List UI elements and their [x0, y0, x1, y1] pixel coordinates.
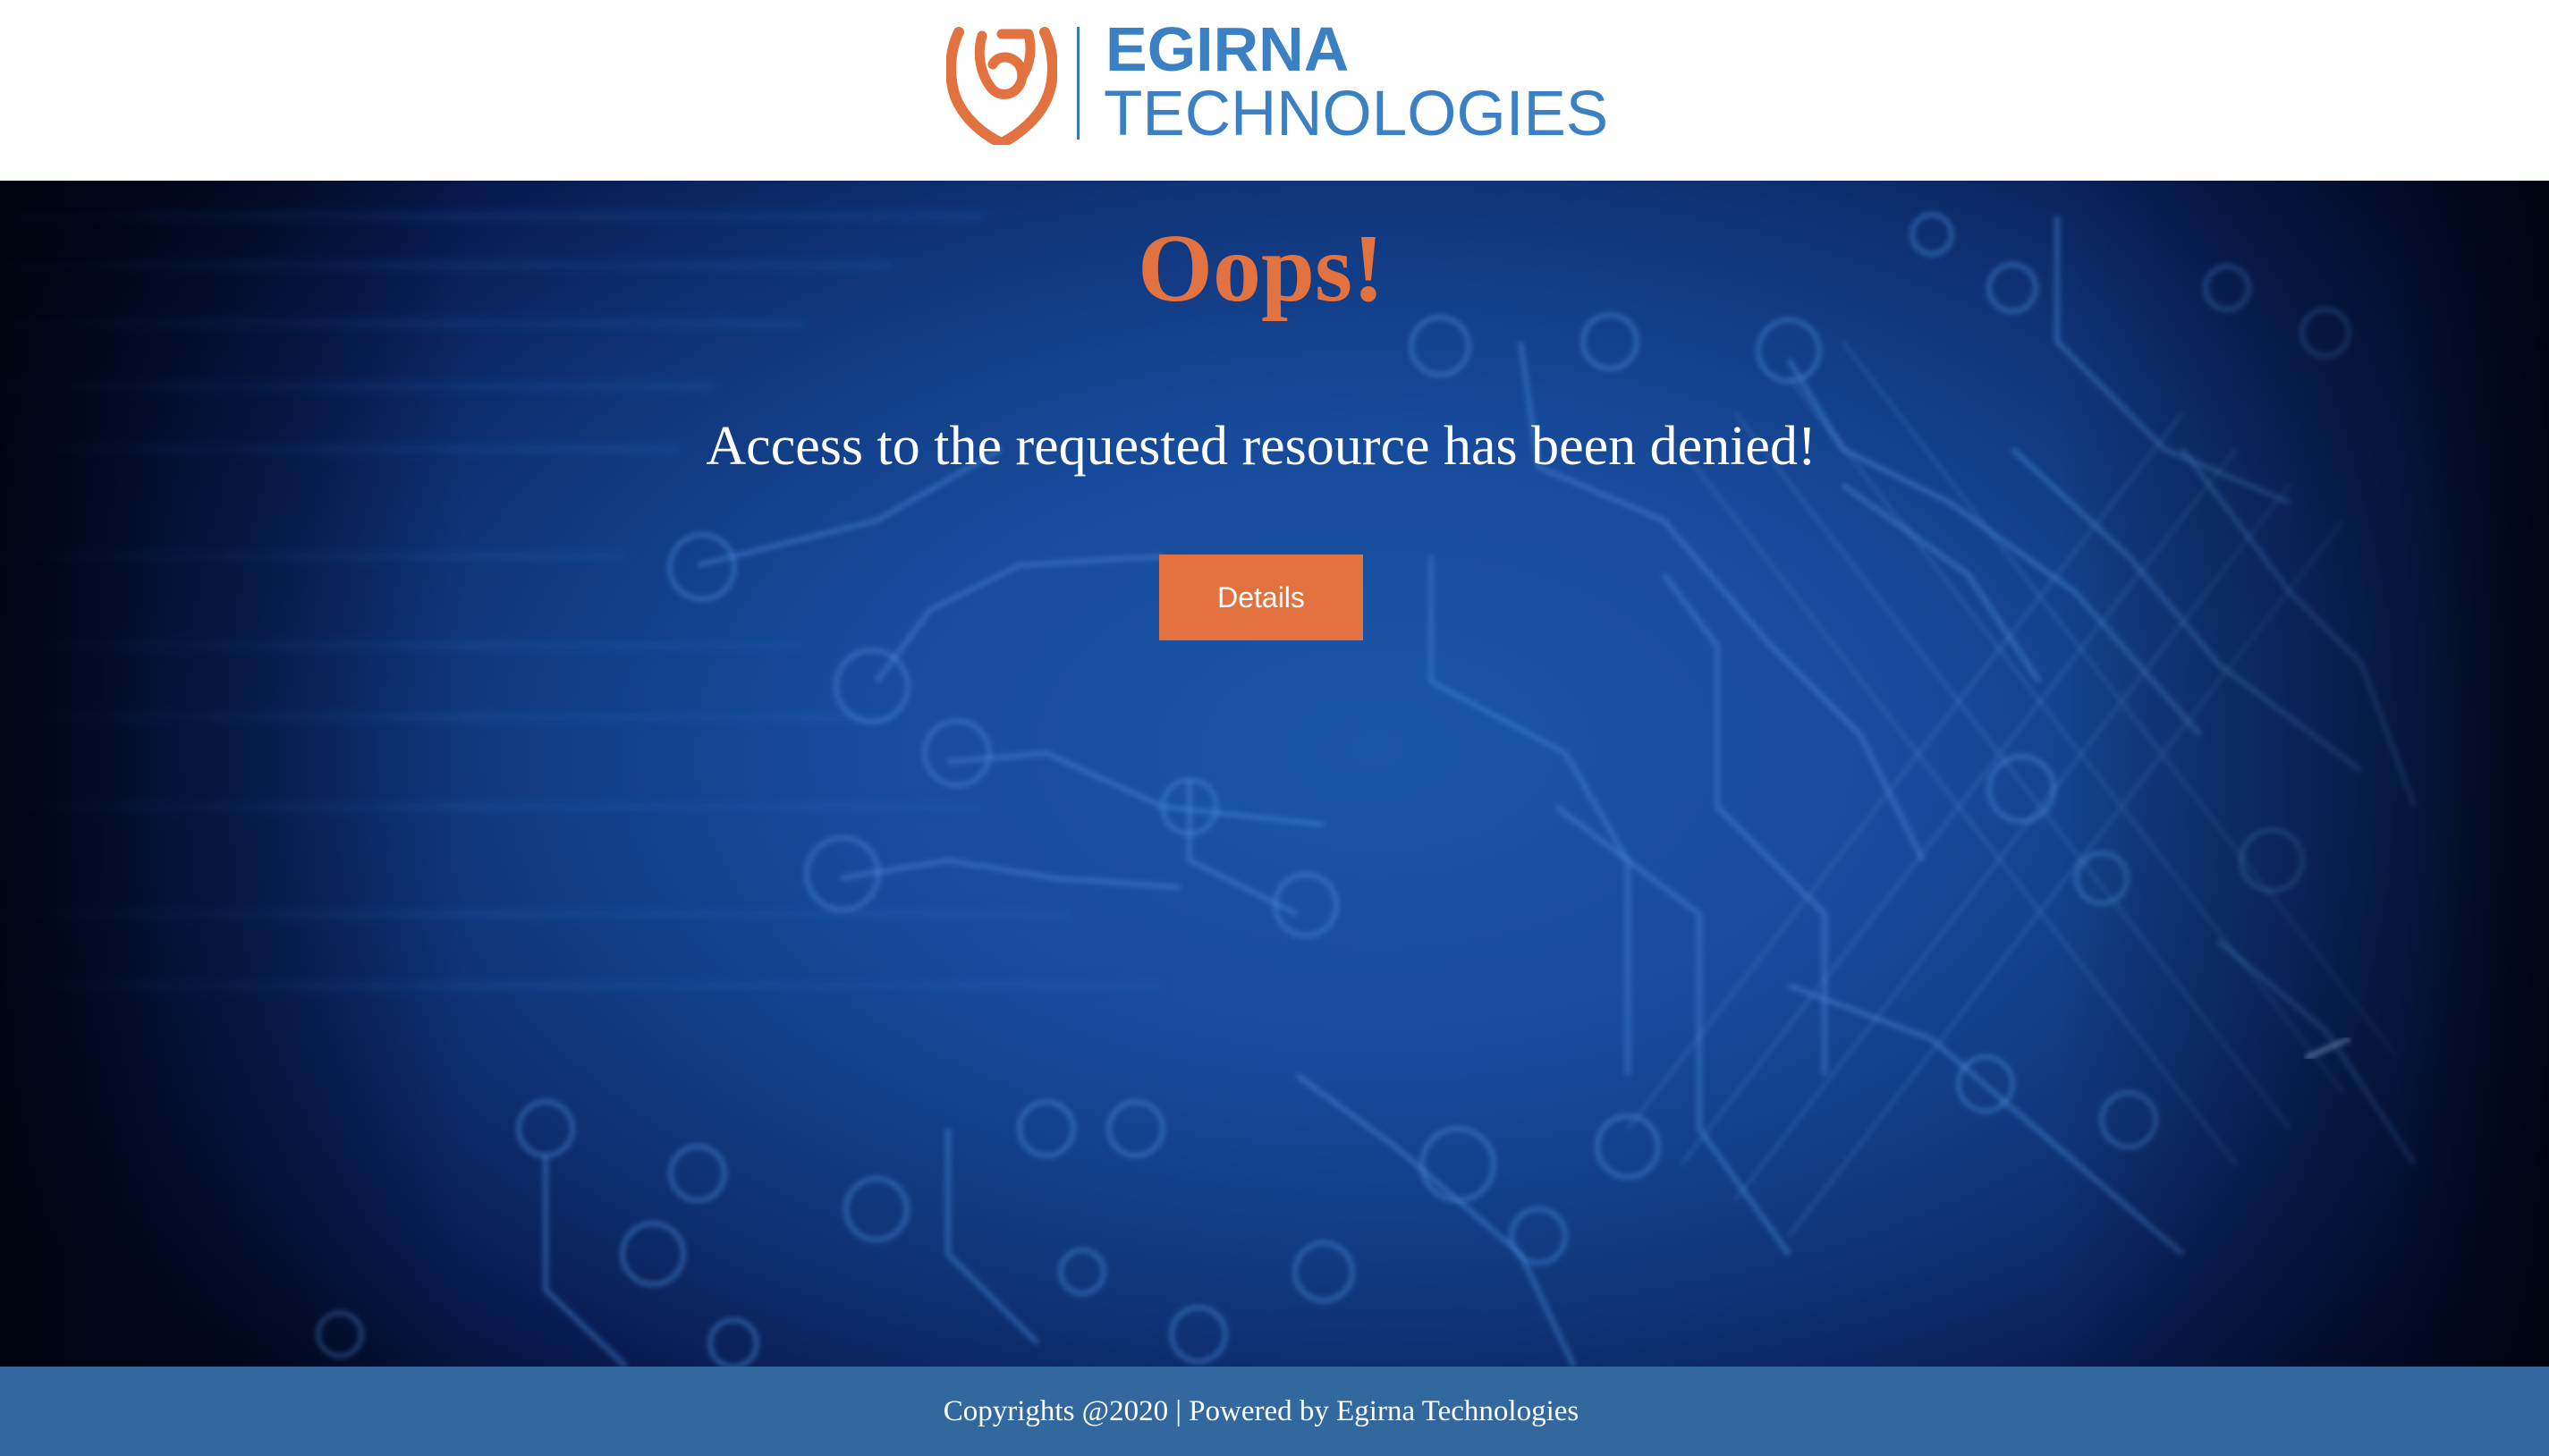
logo-divider — [1077, 27, 1080, 140]
footer-copyright: Copyrights @2020 | Powered by Egirna Tec… — [943, 1395, 1579, 1427]
error-message: Access to the requested resource has bee… — [706, 416, 1816, 477]
background-vignette — [0, 181, 2549, 1367]
site-header: EGIRNA TECHNOLOGIES — [0, 0, 2535, 181]
shield-logo-icon — [946, 27, 1057, 145]
details-button[interactable]: Details — [1159, 554, 1363, 640]
logo-name-top: EGIRNA — [1105, 14, 1350, 84]
error-title: Oops! — [1137, 216, 1385, 322]
error-panel: Oops! Access to the requested resource h… — [0, 181, 2549, 1367]
site-footer: Copyrights @2020 | Powered by Egirna Tec… — [0, 1367, 2549, 1456]
company-logo[interactable]: EGIRNA TECHNOLOGIES — [946, 18, 1608, 148]
logo-name-bottom: TECHNOLOGIES — [1104, 79, 1609, 149]
